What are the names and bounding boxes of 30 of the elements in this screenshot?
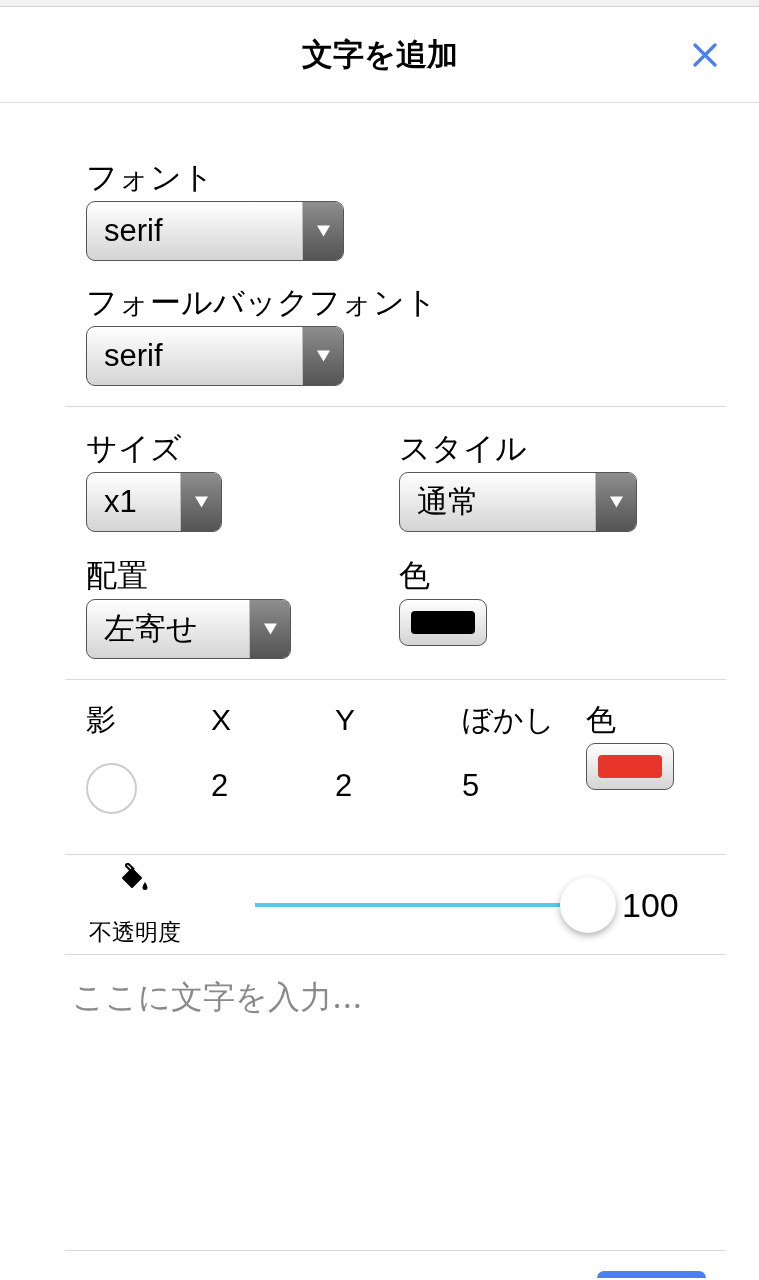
size-dropdown[interactable]: x1: [86, 472, 222, 532]
style-dropdown[interactable]: 通常: [399, 472, 637, 532]
field-label: 配置: [86, 558, 148, 594]
paint-bucket-icon: [119, 863, 150, 893]
opacity-label: 不透明度: [88, 918, 181, 946]
shadow-value: 2: [335, 768, 353, 804]
shadow-value: 2: [211, 768, 229, 804]
field-label: スタイル: [399, 431, 527, 467]
color-picker-button[interactable]: [586, 743, 674, 790]
action-button[interactable]: [597, 1271, 706, 1278]
shadow-toggle[interactable]: [86, 763, 137, 814]
close-icon: [693, 42, 717, 67]
field-label: 色: [399, 558, 430, 594]
opacity-slider[interactable]: [255, 876, 616, 933]
field-label: ぼかし: [462, 702, 555, 738]
field-label: フォント: [86, 160, 214, 196]
alignment-dropdown[interactable]: 左寄せ: [86, 599, 291, 659]
color-picker-button[interactable]: [399, 599, 487, 646]
field-label: X: [211, 702, 231, 738]
opacity-value: 100: [622, 884, 679, 925]
shadow-value: 5: [462, 768, 480, 804]
fallback-font-dropdown[interactable]: serif: [86, 326, 344, 386]
font-dropdown[interactable]: serif: [86, 201, 344, 261]
dialog-title: 文字を追加: [301, 35, 458, 74]
field-label: 影: [86, 702, 116, 738]
slider-thumb[interactable]: [560, 876, 616, 933]
field-label: 色: [586, 702, 616, 738]
field-label: サイズ: [86, 431, 182, 467]
field-label: フォールバックフォント: [86, 285, 437, 321]
field-label: Y: [335, 702, 355, 738]
